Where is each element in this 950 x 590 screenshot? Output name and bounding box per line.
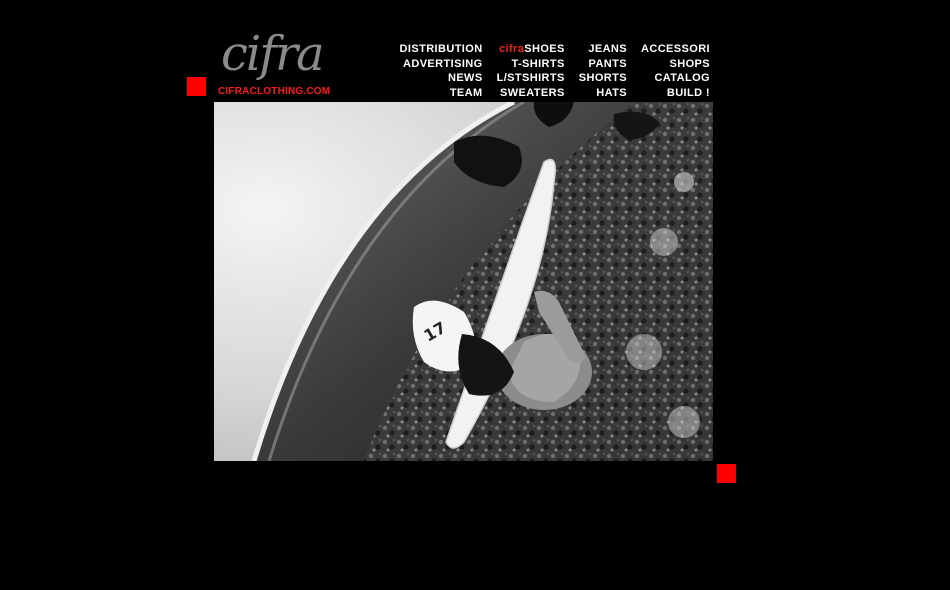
nav-link-shorts[interactable]: SHORTS xyxy=(579,72,627,84)
nav-link-sweaters[interactable]: SWEATERS xyxy=(500,87,565,99)
nav-link-label: SHOPS xyxy=(669,57,710,70)
nav-link-advertising[interactable]: ADVERTISING xyxy=(403,58,483,70)
nav-link-catalog[interactable]: CATALOG xyxy=(654,72,710,84)
nav-link-label: PANTS xyxy=(588,57,627,70)
nav-brand-prefix: cifra xyxy=(498,43,525,55)
nav-link-label: T-SHIRTS xyxy=(511,57,565,70)
nav-link-jeans[interactable]: JEANS xyxy=(588,43,627,55)
nav-link-team[interactable]: TEAM xyxy=(450,87,483,99)
nav-cell: L/STSHIRTS xyxy=(483,71,565,86)
page: cifra CIFRACLOTHING.COM DISTRIBUTION cifr… xyxy=(0,0,950,590)
nav-cell: ADVERTISING xyxy=(386,57,483,72)
nav-grid: DISTRIBUTION cifraSHOES JEANS ACCESSORI ADVE… xyxy=(386,42,710,100)
red-square-decoration xyxy=(187,77,206,96)
red-square-decoration xyxy=(717,464,736,483)
nav-link-label: L/STSHIRTS xyxy=(496,72,565,84)
nav-link-distribution[interactable]: DISTRIBUTION xyxy=(400,43,483,55)
cifra-logo[interactable]: cifra CIFRACLOTHING.COM xyxy=(215,30,345,100)
nav-row: NEWS L/STSHIRTS SHORTS CATALOG xyxy=(386,71,710,86)
nav-cell: SHORTS xyxy=(565,71,627,86)
nav-link-build[interactable]: BUILD ! xyxy=(667,87,710,99)
nav-cell: TEAM xyxy=(386,86,483,101)
nav-cell: DISTRIBUTION xyxy=(386,42,483,57)
nav-cell: cifraSHOES xyxy=(483,42,565,57)
nav-cell: ACCESSORI xyxy=(627,42,710,57)
nav-link-l-stshirts[interactable]: L/STSHIRTS xyxy=(497,72,565,84)
nav-row: DISTRIBUTION cifraSHOES JEANS ACCESSORI xyxy=(386,42,710,57)
nav-row: ADVERTISING T-SHIRTS PANTS SHOPS xyxy=(386,57,710,72)
nav-link-label: JEANS xyxy=(588,43,627,55)
nav-link-t-shirts[interactable]: T-SHIRTS xyxy=(511,58,564,70)
nav-link-label: NEWS xyxy=(447,72,483,84)
nav-cell: JEANS xyxy=(565,42,627,57)
nav-cell: SHOPS xyxy=(627,57,710,72)
nav-cell: PANTS xyxy=(565,57,627,72)
nav-row: TEAM SWEATERS HATS BUILD ! xyxy=(386,86,710,101)
nav-link-pants[interactable]: PANTS xyxy=(589,58,627,70)
nav-cell: BUILD ! xyxy=(627,86,710,101)
nav-link-shoes[interactable]: cifraSHOES xyxy=(499,43,565,55)
logo-url-link[interactable]: CIFRACLOTHING.COM xyxy=(218,86,330,97)
nav-link-label: SHORTS xyxy=(578,72,627,84)
nav-link-label: ACCESSORI xyxy=(641,43,710,55)
nav-link-label: DISTRIBUTION xyxy=(399,43,483,55)
nav-link-shops[interactable]: SHOPS xyxy=(669,58,710,70)
nav-link-label: SHOES xyxy=(524,43,565,55)
nav-link-label: ADVERTISING xyxy=(403,57,483,70)
logo-wordmark: cifra xyxy=(221,26,325,82)
nav-link-accessori[interactable]: ACCESSORI xyxy=(641,43,710,55)
nav-cell: NEWS xyxy=(386,71,483,86)
surfer-photo-image: 17 xyxy=(214,102,713,461)
nav-link-label: CATALOG xyxy=(654,72,710,84)
nav-link-news[interactable]: NEWS xyxy=(448,72,483,84)
nav-cell: HATS xyxy=(565,86,627,101)
nav-cell: T-SHIRTS xyxy=(483,57,565,72)
hero-photo: 17 xyxy=(214,102,713,461)
main-nav: DISTRIBUTION cifraSHOES JEANS ACCESSORI ADVE… xyxy=(386,42,710,100)
nav-link-hats[interactable]: HATS xyxy=(596,87,627,99)
nav-link-label: HATS xyxy=(596,86,627,99)
nav-link-label: BUILD ! xyxy=(666,86,710,99)
nav-link-label: TEAM xyxy=(449,86,483,99)
nav-link-label: SWEATERS xyxy=(500,86,565,99)
nav-cell: CATALOG xyxy=(627,71,710,86)
nav-cell: SWEATERS xyxy=(483,86,565,101)
